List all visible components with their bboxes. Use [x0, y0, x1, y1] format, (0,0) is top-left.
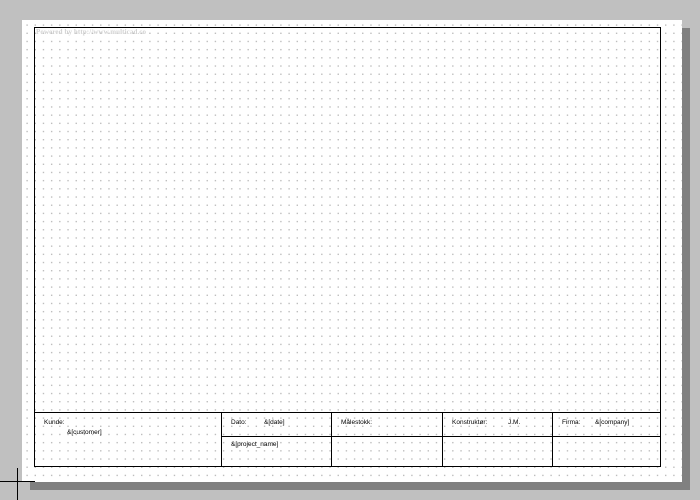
customer-label: Kunde:	[44, 419, 65, 426]
cursor-crosshair-vertical	[17, 468, 18, 500]
designer-value: J.M.	[508, 419, 521, 426]
project-name-value: &[project_name]	[231, 441, 279, 448]
scale-cell[interactable]: Målestokk:	[331, 413, 442, 436]
customer-cell[interactable]: Kunde: &[customer]	[34, 413, 221, 467]
scale-label: Målestokk:	[341, 419, 373, 426]
company-value: &[company]	[595, 419, 630, 426]
date-value: &[date]	[264, 419, 285, 426]
title-block: Kunde: &[customer] Dato: &[date] &[proje…	[34, 412, 661, 467]
date-cell[interactable]: Dato: &[date]	[221, 413, 331, 436]
designer-cell[interactable]: Konstruktør: J.M.	[442, 413, 552, 436]
drawing-sheet[interactable]: Powered by http://www.multicad.co Kunde:…	[22, 20, 682, 482]
designer-label: Konstruktør:	[452, 419, 488, 426]
title-block-right-border	[660, 413, 661, 467]
customer-value: &[customer]	[67, 429, 102, 436]
date-label: Dato:	[231, 419, 247, 426]
project-cell[interactable]: &[project_name]	[221, 437, 331, 467]
drawing-frame	[34, 27, 661, 467]
company-cell[interactable]: Firma: &[company]	[552, 413, 660, 436]
company-label: Firma:	[562, 419, 581, 426]
